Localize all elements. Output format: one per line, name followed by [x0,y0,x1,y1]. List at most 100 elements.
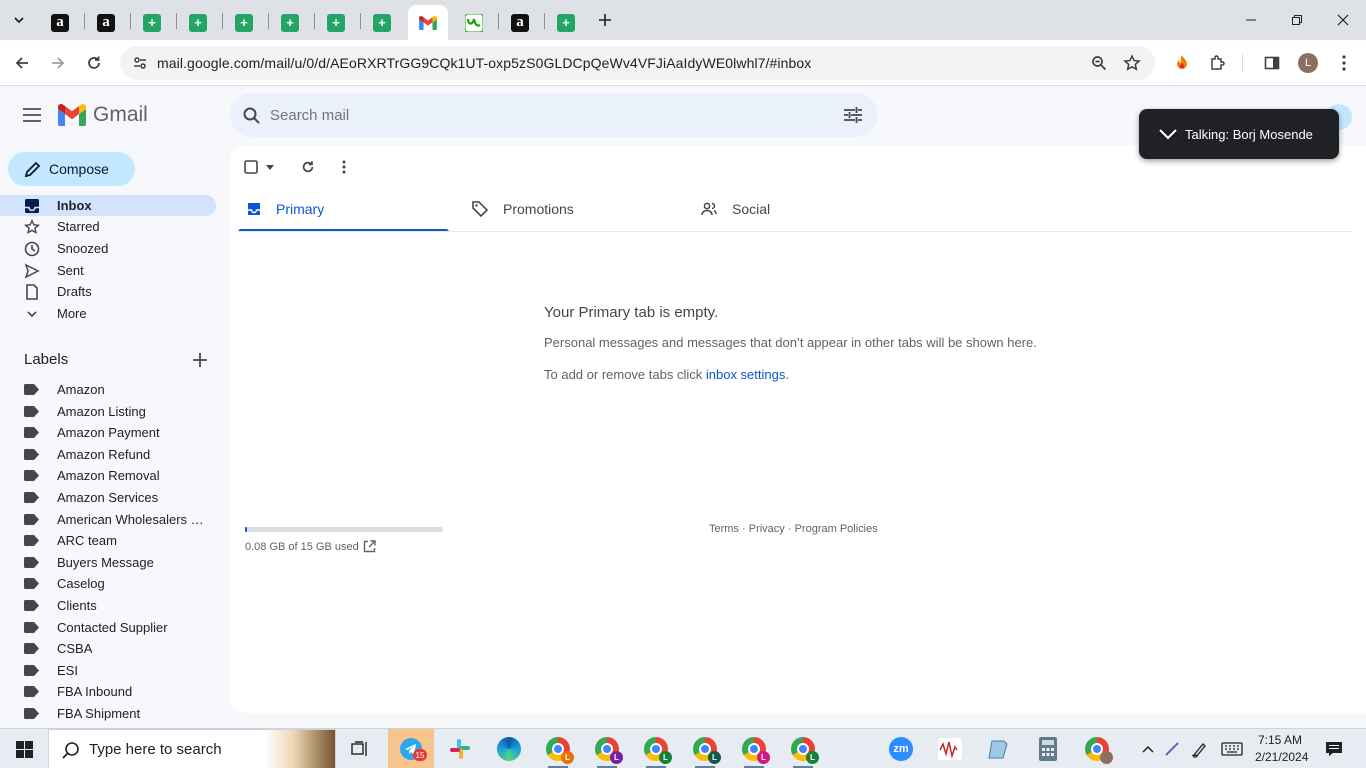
label-item[interactable]: Amazon [0,379,216,400]
tab-search-button[interactable] [8,9,30,31]
chrome-app-profile[interactable]: L [640,733,672,768]
site-info-icon[interactable] [132,55,148,71]
browser-tab[interactable]: a [500,5,540,40]
browser-tab[interactable]: + [270,5,310,40]
minimize-button[interactable] [1239,8,1263,32]
chrome-app-profile[interactable]: L [591,733,623,768]
search-icon[interactable] [243,107,260,124]
label-item[interactable]: ESI [0,660,216,681]
show-hidden-icons-button[interactable] [1136,733,1160,765]
extensions-button[interactable] [1206,51,1230,75]
program-policies-link[interactable]: Program Policies [795,523,878,535]
close-window-button[interactable] [1331,8,1355,32]
edge-app[interactable] [493,733,525,765]
search-input[interactable] [270,93,830,137]
audio-app[interactable] [934,733,966,765]
label-item[interactable]: FBA Inbound [0,681,216,702]
label-item[interactable]: Amazon Removal [0,465,216,486]
sidebar-item-more[interactable]: More [0,303,216,325]
browser-tab[interactable]: + [224,5,264,40]
browser-menu-button[interactable] [1332,51,1356,75]
label-item[interactable]: CSBA [0,638,216,659]
bookmark-star-icon[interactable] [1123,54,1141,72]
gmail-logo[interactable]: Gmail [58,103,148,127]
search-bar[interactable] [230,93,878,137]
label-item[interactable]: Amazon Services [0,487,216,508]
chevron-down-icon[interactable] [1159,128,1177,140]
zoom-app[interactable]: zm [885,733,917,765]
browser-tab[interactable] [408,5,448,40]
sidebar-item-snoozed[interactable]: Snoozed [0,238,216,260]
notepad-app[interactable] [983,733,1015,765]
tab-promotions[interactable]: Promotions [472,186,683,232]
pen-tray-button[interactable] [1160,733,1184,765]
browser-tab[interactable] [454,5,494,40]
browser-tab[interactable]: a [40,5,80,40]
label-item[interactable]: FBA Shipment [0,703,216,724]
calculator-app[interactable] [1032,733,1064,765]
notifications-button[interactable] [1318,733,1350,765]
chrome-app-profile[interactable] [1081,733,1113,765]
forward-button[interactable] [46,51,70,75]
more-actions-button[interactable] [334,157,354,177]
label-item[interactable]: Caselog [0,573,216,594]
keyboard-tray-button[interactable] [1219,733,1245,765]
browser-tab[interactable]: + [132,5,172,40]
label-item[interactable]: Amazon Payment [0,422,216,443]
search-options-icon[interactable] [844,107,862,123]
chrome-app-profile[interactable]: L [689,733,721,768]
talking-toast[interactable]: Talking: Borj Mosende [1139,109,1339,159]
label-name: Caselog [57,576,105,591]
label-item[interactable]: ARC team [0,530,216,551]
taskbar-search[interactable]: Type here to search [48,729,336,768]
side-panel-button[interactable] [1260,51,1284,75]
terms-link[interactable]: Terms [709,523,739,535]
main-menu-button[interactable] [20,103,44,127]
create-label-button[interactable] [190,350,210,370]
start-button[interactable] [8,733,40,765]
browser-tab[interactable]: + [362,5,402,40]
browser-tab[interactable]: + [316,5,356,40]
label-item[interactable]: American Wholesalers L... [0,509,216,530]
label-item[interactable]: Amazon Listing [0,401,216,422]
compose-button[interactable]: Compose [8,152,135,186]
manage-storage-link[interactable] [363,540,377,554]
select-all-checkbox[interactable] [244,157,276,177]
chrome-app-profile[interactable]: L [738,733,770,768]
telegram-app[interactable]: 15 [388,729,434,768]
chrome-app-profile[interactable]: L [787,733,819,768]
task-view-button[interactable] [344,733,376,765]
sidebar-item-drafts[interactable]: Drafts [0,281,216,303]
extension-fire-button[interactable] [1170,51,1194,75]
label-item[interactable]: Buyers Message [0,552,216,573]
tab-primary[interactable]: Primary [238,186,449,232]
browser-tab[interactable]: + [178,5,218,40]
inbox-settings-link[interactable]: inbox settings [706,367,786,382]
browser-tab[interactable]: + [546,5,586,40]
back-button[interactable] [10,51,34,75]
windows-icon [15,740,33,758]
tab-social[interactable]: Social [701,186,912,232]
handwriting-tray-button[interactable] [1188,733,1212,765]
profile-button[interactable]: L [1296,51,1320,75]
privacy-link[interactable]: Privacy [749,523,785,535]
address-bar[interactable]: mail.google.com/mail/u/0/d/AEoRXRTrGG9CQ… [120,46,1155,80]
slack-app[interactable] [444,733,476,765]
sidebar-item-sent[interactable]: Sent [0,260,216,282]
new-tab-button[interactable] [594,9,616,31]
reload-button[interactable] [82,51,106,75]
restore-button[interactable] [1285,8,1309,32]
sidebar-item-inbox[interactable]: Inbox [0,195,216,216]
label-item[interactable]: Contacted Supplier [0,617,216,638]
browser-tab[interactable]: a [86,5,126,40]
zoom-icon[interactable] [1091,55,1107,71]
mail-panel: Primary Promotions Social Your Primary t… [230,145,1366,713]
refresh-button[interactable] [298,157,318,177]
label-item[interactable]: Amazon Refund [0,444,216,465]
url-text[interactable]: mail.google.com/mail/u/0/d/AEoRXRTrGG9CQ… [157,55,811,71]
label-item[interactable]: Clients [0,595,216,616]
refresh-icon [302,161,314,173]
sidebar-item-starred[interactable]: Starred [0,216,216,238]
chrome-app-profile[interactable]: L [542,733,574,768]
search-highlight-image[interactable] [265,730,335,768]
